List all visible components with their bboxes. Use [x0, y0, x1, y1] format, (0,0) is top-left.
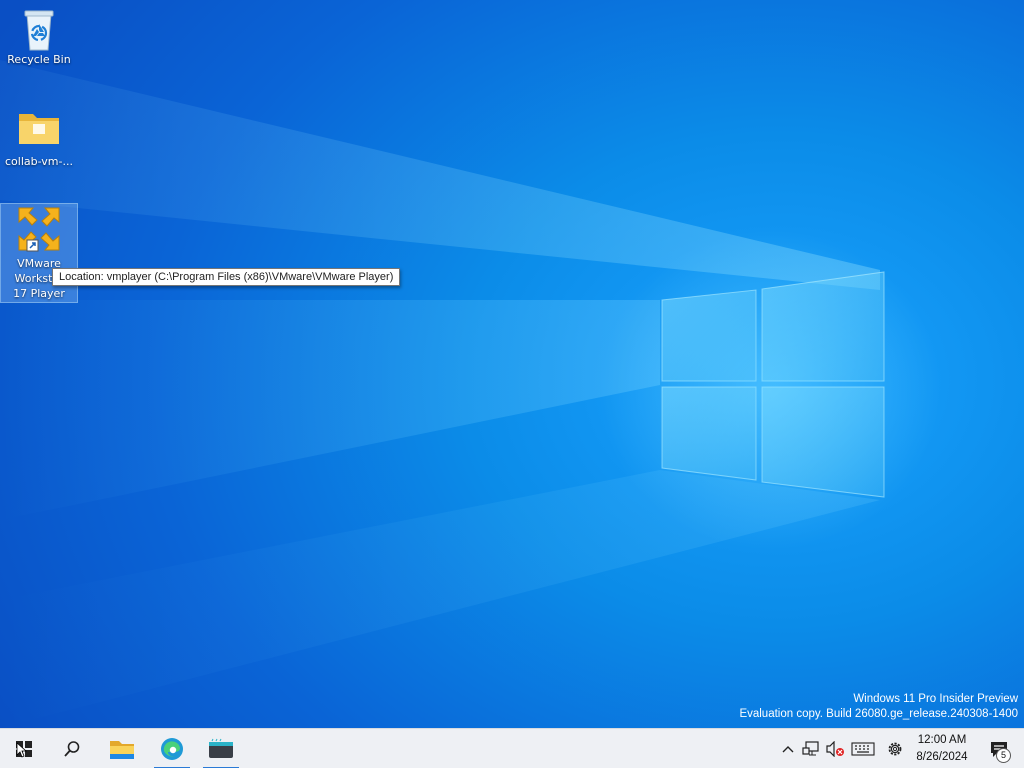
- windows-start-icon: [16, 741, 32, 758]
- desktop[interactable]: Recycle Bin collab-vm-... VMware Worksta…: [0, 0, 1024, 728]
- tray-volume[interactable]: [823, 729, 847, 768]
- clock-date: 8/26/2024: [916, 751, 968, 763]
- tray-keyboard[interactable]: [850, 729, 876, 768]
- tray-settings[interactable]: [883, 729, 907, 768]
- recycle-bin-icon: [17, 6, 61, 51]
- folder-icon: [17, 108, 61, 152]
- keyboard-icon: [851, 742, 875, 756]
- volume-muted-icon: [826, 741, 844, 757]
- vmware-label-line3: 17 Player: [13, 287, 65, 300]
- clock-time: 12:00 AM: [917, 734, 967, 746]
- collab-vm-folder-icon[interactable]: collab-vm-...: [1, 108, 77, 169]
- notification-count-badge: 5: [996, 748, 1011, 763]
- taskbar-file-explorer[interactable]: [100, 729, 144, 768]
- watermark-line2: Evaluation copy. Build 26080.ge_release.…: [739, 708, 1018, 720]
- network-icon: [802, 741, 819, 756]
- search-button[interactable]: [50, 729, 94, 768]
- folder-label: collab-vm-...: [5, 155, 73, 168]
- taskbar: 12:00 AM 8/26/2024 5: [0, 728, 1024, 768]
- watermark-line1: Windows 11 Pro Insider Preview: [853, 693, 1018, 705]
- recycle-bin-label: Recycle Bin: [7, 53, 71, 66]
- edge-icon: [161, 738, 183, 760]
- start-button[interactable]: [2, 729, 46, 768]
- chevron-up-icon: [782, 746, 794, 753]
- vmware-player-icon: [15, 204, 63, 254]
- terminal-icon: [209, 738, 233, 758]
- file-explorer-icon: [110, 741, 134, 759]
- recycle-bin-desktop-icon[interactable]: Recycle Bin: [1, 6, 77, 67]
- vmware-player-desktop-icon[interactable]: VMware Workstat 17 Player: [0, 203, 78, 303]
- tray-network[interactable]: [799, 729, 823, 768]
- taskbar-terminal[interactable]: [199, 729, 243, 768]
- evaluation-watermark: Windows 11 Pro Insider Preview Evaluatio…: [739, 692, 1018, 722]
- search-icon: [64, 741, 80, 757]
- tray-overflow-button[interactable]: [776, 729, 800, 768]
- notification-center-button[interactable]: 5: [982, 729, 1016, 768]
- logo-glow: [600, 230, 940, 550]
- taskbar-clock[interactable]: 12:00 AM 8/26/2024: [906, 732, 978, 766]
- settings-gear-icon: [888, 742, 902, 756]
- vmware-location-tooltip: Location: vmplayer (C:\Program Files (x8…: [52, 268, 401, 286]
- taskbar-edge[interactable]: [150, 729, 194, 768]
